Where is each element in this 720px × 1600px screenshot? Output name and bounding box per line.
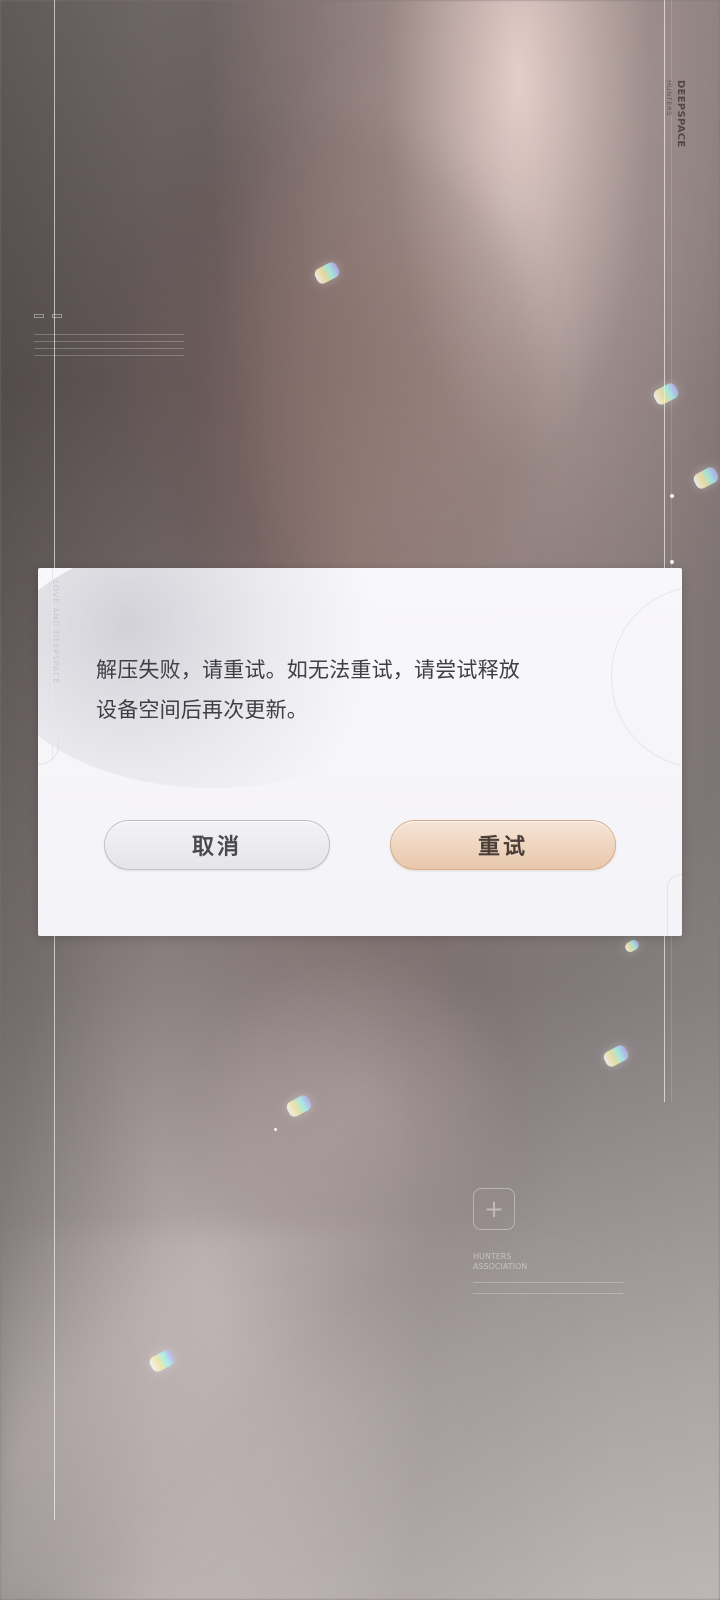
retry-button[interactable]: 重试 — [390, 820, 616, 870]
brand-vertical-text: DEEPSPACE HUNTERS — [665, 80, 686, 148]
background-info-line — [34, 341, 184, 342]
brand-title: DEEPSPACE — [675, 80, 686, 148]
background-info-line — [34, 334, 184, 335]
retry-button-label: 重试 — [477, 835, 528, 860]
dialog-left-curve — [38, 738, 59, 765]
update-error-dialog: LOVE AND DEEPSPACE 解压失败，请重试。如无法重试，请尝试释放 … — [38, 568, 682, 936]
right-guide-line — [664, 0, 665, 1102]
background-lower-label-1: HUNTERS — [473, 1252, 512, 1261]
dialog-message-line-1: 解压失败，请重试。如无法重试，请尝试释放 — [96, 658, 520, 682]
background-info-tags — [34, 314, 184, 318]
dialog-message-line-2: 设备空间后再次更新。 — [96, 698, 308, 722]
background-lower-info-panel: + HUNTERS ASSOCIATION — [473, 1188, 643, 1328]
background-tag-1 — [34, 314, 44, 318]
plus-icon: + — [473, 1188, 515, 1230]
dialog-side-text: LOVE AND DEEPSPACE — [51, 580, 60, 685]
background-tag-2 — [52, 314, 62, 318]
background-info-line — [34, 355, 184, 356]
glint-dot — [670, 494, 674, 498]
background-info-line — [34, 348, 184, 349]
dialog-message: 解压失败，请重试。如无法重试，请尝试释放 设备空间后再次更新。 — [96, 650, 636, 730]
brand-subtitle: HUNTERS — [665, 80, 673, 116]
background-info-panel — [34, 290, 184, 410]
background-lower-line — [473, 1282, 623, 1283]
glint-dot — [274, 1128, 277, 1131]
background-lower-label-2: ASSOCIATION — [473, 1262, 528, 1271]
cancel-button[interactable]: 取消 — [104, 820, 330, 870]
dialog-right-curve — [667, 874, 682, 936]
glint-dot — [670, 560, 674, 564]
right-guide-line-secondary — [671, 0, 672, 1102]
background-lower-line — [473, 1293, 623, 1294]
cancel-button-label: 取消 — [191, 835, 242, 860]
